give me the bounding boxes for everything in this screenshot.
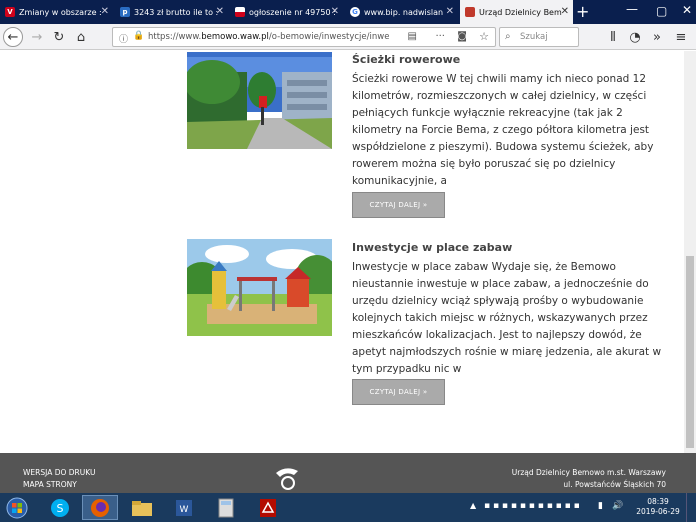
district-logo-icon <box>272 465 308 493</box>
close-window-icon[interactable]: ✕ <box>682 3 692 17</box>
close-tab-icon[interactable]: ✕ <box>216 6 224 17</box>
site-footer: WERSJA DO DRUKU MAPA STRONY Urząd Dzieln… <box>0 453 696 493</box>
scrollbar-thumb[interactable] <box>686 256 694 448</box>
page-content: Ścieżki rowerowe Ścieżki rowerowe W tej … <box>0 51 684 453</box>
skype-icon[interactable]: S <box>42 495 78 520</box>
clock-time: 08:39 <box>647 497 669 506</box>
article-thumbnail[interactable] <box>187 52 332 149</box>
read-more-button[interactable]: CZYTAJ DALEJ » <box>352 192 445 218</box>
show-desktop-button[interactable] <box>686 493 696 522</box>
tab-4[interactable]: G www.bip. nadwislan ✕ <box>345 0 458 24</box>
volume-icon[interactable]: 🔊 <box>612 501 623 511</box>
article-title[interactable]: Ścieżki rowerowe <box>352 53 460 66</box>
overflow-chevron-icon[interactable]: » <box>648 28 666 46</box>
tab-3[interactable]: ogłoszenie nr 49750 : ✕ <box>230 0 343 24</box>
tab-bar: V Zmiany w obszarze : ✕ p 3243 zł brutto… <box>0 0 696 24</box>
tab-title: ogłoszenie nr 49750 : <box>249 7 336 17</box>
info-icon[interactable]: ⓘ <box>119 32 128 45</box>
svg-text:S: S <box>57 502 64 515</box>
close-tab-icon[interactable]: ✕ <box>446 6 454 17</box>
tab-favicon-icon: V <box>5 7 15 17</box>
menu-icon[interactable]: ≡ <box>672 28 690 46</box>
footer-org-name: Urząd Dzielnicy Bemowo m.st. Warszawy <box>511 468 666 477</box>
flag-icon <box>235 7 245 17</box>
tray-app-icons[interactable]: ▪ ▪ ▪ ▪ ▪ ▪ ▪ ▪ ▪ ▪ ▪ <box>484 501 580 511</box>
minimize-icon[interactable]: — <box>626 2 638 16</box>
search-box[interactable]: ⌕ Szukaj <box>499 27 579 47</box>
article-thumbnail[interactable] <box>187 239 332 336</box>
search-icon: ⌕ <box>505 31 511 42</box>
read-more-button[interactable]: CZYTAJ DALEJ » <box>352 379 445 405</box>
tab-title: Urząd Dzielnicy Bem <box>479 7 562 17</box>
network-icon[interactable]: ▮ <box>598 501 603 511</box>
reload-icon[interactable]: ↻ <box>50 28 68 46</box>
url-prefix: https://www. <box>148 32 202 42</box>
back-icon[interactable]: ← <box>3 27 23 47</box>
system-clock[interactable]: 08:39 2019-06-29 <box>636 497 680 517</box>
close-tab-icon[interactable]: ✕ <box>331 6 339 17</box>
start-button[interactable] <box>0 495 34 520</box>
tab-title: www.bip. nadwislan <box>364 7 444 17</box>
clock-date: 2019-06-29 <box>636 507 680 516</box>
maximize-icon[interactable]: ▢ <box>656 4 667 18</box>
close-tab-icon[interactable]: ✕ <box>101 6 109 17</box>
article-excerpt: Inwestycje w place zabaw Wydaje się, że … <box>352 261 662 375</box>
pocket-icon[interactable]: ◙ <box>457 31 467 42</box>
new-tab-icon[interactable]: + <box>576 2 589 21</box>
search-placeholder: Szukaj <box>520 32 548 42</box>
home-icon[interactable]: ⌂ <box>72 28 90 46</box>
page-actions-icon[interactable]: ··· <box>435 31 445 42</box>
crest-icon <box>465 7 475 17</box>
bookmark-star-icon[interactable]: ☆ <box>479 30 489 43</box>
google-icon: G <box>350 7 360 17</box>
reader-view-icon[interactable]: ▤ <box>408 31 417 42</box>
windows-taskbar: S W ▲ ▪ ▪ ▪ ▪ ▪ ▪ ▪ ▪ ▪ ▪ ▪ ▮ 🔊 08:39 20… <box>0 493 696 522</box>
calculator-icon[interactable] <box>208 495 244 520</box>
tab-2[interactable]: p 3243 zł brutto ile to : ✕ <box>115 0 228 24</box>
address-bar[interactable]: ⓘ 🔒 https://www. bemowo.waw.pl/o-bemowie/… <box>112 27 496 47</box>
article-excerpt: Ścieżki rowerowe W tej chwili mamy ich n… <box>352 73 654 187</box>
tab-title: 3243 zł brutto ile to : <box>134 7 219 17</box>
lock-icon: 🔒 <box>133 31 145 41</box>
library-icon[interactable]: ⫴ <box>604 28 622 46</box>
word-icon[interactable]: W <box>166 495 202 520</box>
page-scrollbar[interactable] <box>684 51 696 453</box>
sitemap-link[interactable]: MAPA STRONY <box>23 480 77 489</box>
footer-address: ul. Powstańców Śląskich 70 <box>563 480 666 489</box>
nav-bar: ← → ↻ ⌂ ⓘ 🔒 https://www. bemowo.waw.pl/o-… <box>0 24 696 50</box>
pdf-reader-icon[interactable] <box>250 495 286 520</box>
tab-5-active[interactable]: Urząd Dzielnicy Bem ✕ <box>460 0 573 24</box>
firefox-icon[interactable] <box>82 495 118 520</box>
print-version-link[interactable]: WERSJA DO DRUKU <box>23 468 95 477</box>
extension-icon[interactable]: ◔ <box>626 28 644 46</box>
close-tab-icon[interactable]: ✕ <box>561 6 569 17</box>
tab-1[interactable]: V Zmiany w obszarze : ✕ <box>0 0 113 24</box>
tab-favicon-icon: p <box>120 7 130 17</box>
url-domain: bemowo.waw.pl <box>201 32 269 42</box>
article-title[interactable]: Inwestycje w place zabaw <box>352 241 512 254</box>
file-explorer-icon[interactable] <box>124 495 160 520</box>
svg-text:W: W <box>180 505 189 515</box>
tray-up-arrow-icon[interactable]: ▲ <box>470 501 476 510</box>
forward-icon[interactable]: → <box>28 28 46 46</box>
url-path: /o-bemowie/inwestycje/inwe <box>268 32 390 42</box>
tab-title: Zmiany w obszarze : <box>19 7 102 17</box>
